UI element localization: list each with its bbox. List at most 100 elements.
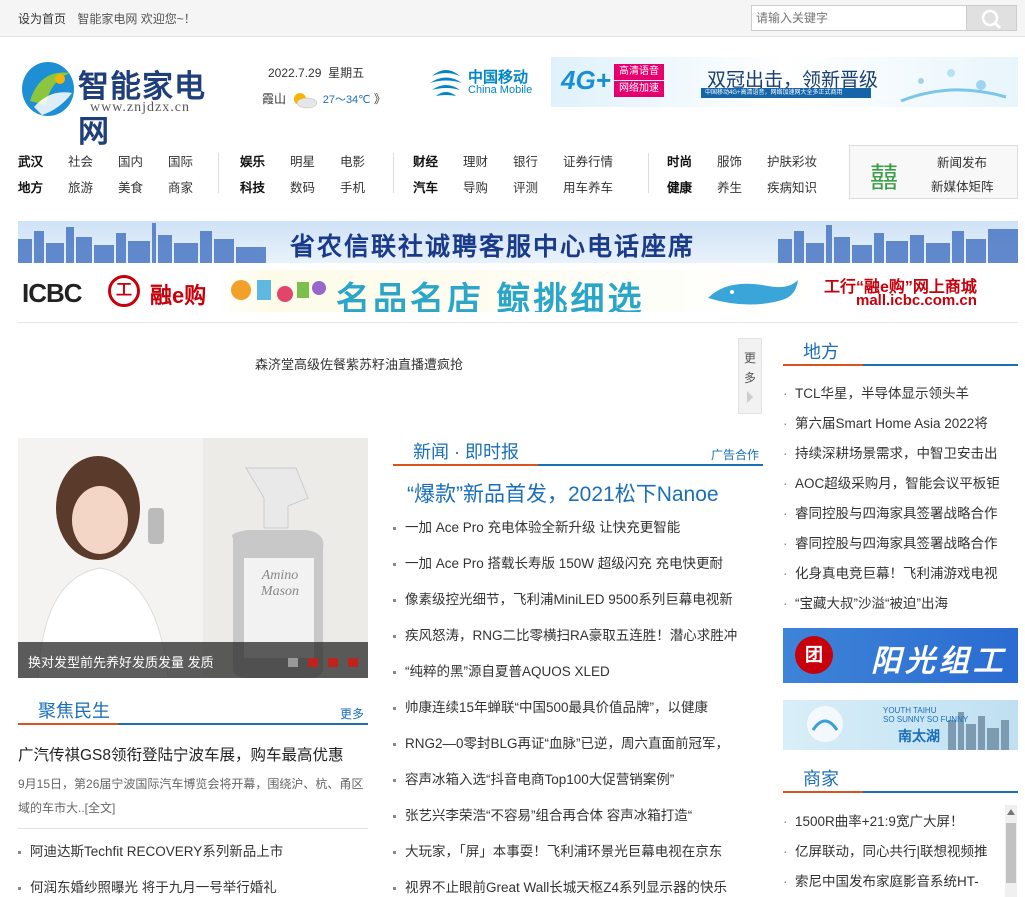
nav-link[interactable]: 时尚	[667, 151, 717, 170]
nav-link[interactable]: 养生	[717, 177, 767, 196]
bullet-icon: ·	[783, 386, 788, 401]
slide-dot-3[interactable]	[328, 658, 338, 667]
site-logo[interactable]: 智能家电网 www.znjdzx.cn	[18, 55, 233, 149]
icbc-banner[interactable]: ICBC 工 融e购 名品名店 鲸挑细选 工行“融e购”网上商城 mall.ic…	[18, 270, 1018, 312]
news-release-link[interactable]: 新闻发布	[937, 152, 987, 171]
sunshine-org-ad[interactable]: 团 阳光组工	[783, 628, 1018, 683]
nav-link[interactable]: 国际	[168, 151, 218, 170]
scroll-up-icon[interactable]	[1007, 809, 1015, 815]
list-item[interactable]: 阿迪达斯Techfit RECOVERY系列新品上市	[18, 840, 283, 860]
list-item[interactable]: · 睿同控股与四海家具签署战略合作	[783, 532, 1018, 552]
list-item[interactable]: “纯粹的黑”源自夏普AQUOS XLED	[393, 660, 755, 680]
list-item[interactable]: · 睿同控股与四海家具签署战略合作	[783, 502, 1018, 522]
nav-link[interactable]: 导购	[463, 177, 513, 196]
nav-link[interactable]: 旅游	[68, 177, 118, 196]
nav-link[interactable]: 美食	[118, 177, 168, 196]
nav-link[interactable]: 商家	[168, 177, 218, 196]
shops-section-header: 商家	[783, 763, 1018, 793]
list-item[interactable]: 帅康连续15年蝉联“中国500最具价值品牌”，以健康	[393, 696, 755, 716]
weather-more-icon[interactable]: 》	[374, 92, 386, 106]
list-item[interactable]: · 持续深耕场景需求，中智卫安击出	[783, 442, 1018, 462]
nav-link[interactable]: 健康	[667, 177, 717, 196]
china-mobile-banner[interactable]: 4G+ 高清语音 网络加速 双冠出击，领新晋级 中国移动4G+高清语音，网络加速…	[551, 57, 1018, 107]
list-item[interactable]: · 化身真电竞巨幕！飞利浦游戏电视	[783, 562, 1018, 582]
set-home-link[interactable]: 设为首页	[18, 12, 66, 26]
nav-link[interactable]: 汽车	[413, 177, 463, 196]
list-item-text: 张艺兴李荣浩“不容易”组合再合体 容声冰箱打造“	[405, 808, 693, 823]
list-item[interactable]: · AOC超级采购月，智能会议平板钜	[783, 472, 1018, 492]
list-item[interactable]: · 索尼中国发布家庭影音系统HT-	[783, 870, 1005, 890]
bullet-icon	[393, 670, 396, 674]
list-item[interactable]: 容声冰箱入选“抖音电商Top100大促营销案例”	[393, 768, 755, 788]
focus-more-link[interactable]: 更多	[340, 705, 364, 722]
nav-link[interactable]: 用车养车	[563, 177, 623, 196]
promo-more-button[interactable]: 更多	[738, 338, 762, 414]
nav-link[interactable]: 娱乐	[240, 151, 290, 170]
bullet-icon	[18, 886, 21, 890]
list-item[interactable]: · “宝藏大叔”沙溢“被迫”出海	[783, 592, 1018, 612]
list-item[interactable]: 视界不止眼前Great Wall长城天枢Z4系列显示器的快乐	[393, 876, 755, 896]
news-headline[interactable]: “爆款”新品首发，2021松下Nanoe	[407, 478, 763, 508]
news-release-box[interactable]: 囍 新闻发布 新媒体矩阵	[849, 145, 1018, 199]
nav-link[interactable]: 理财	[463, 151, 513, 170]
partly-cloudy-icon	[294, 92, 318, 109]
slide-caption[interactable]: 换对发型前先养好发质发量 发质	[28, 652, 214, 671]
weather-widget[interactable]: 霞山 27～34℃ 》	[262, 90, 386, 109]
list-item[interactable]: · 亿屏联动，同心共行|联想视频推	[783, 840, 1005, 860]
nav-link[interactable]: 科技	[240, 177, 290, 196]
slide-dot-4[interactable]	[348, 658, 358, 667]
date-value: 2022.7.29	[268, 66, 322, 80]
nav-row: 科技 数码 手机	[240, 177, 390, 196]
nav-link[interactable]: 数码	[290, 177, 340, 196]
scrollbar[interactable]	[1005, 805, 1017, 897]
icbc-mall-url: mall.icbc.com.cn	[856, 292, 977, 309]
nav-link[interactable]: 证券行情	[563, 151, 623, 170]
nav-link[interactable]: 武汉	[18, 151, 68, 170]
bullet-icon	[393, 706, 396, 710]
search-button[interactable]	[967, 5, 1017, 31]
bullet-icon	[393, 778, 396, 782]
slide-dot-1[interactable]	[288, 658, 298, 667]
nav-link[interactable]: 地方	[18, 177, 68, 196]
list-item[interactable]: · TCL华星，半导体显示领头羊	[783, 382, 1018, 402]
list-item[interactable]: 一加 Ace Pro 充电体验全新升级 让快充更智能	[393, 516, 755, 536]
nav-link[interactable]: 国内	[118, 151, 168, 170]
nav-link[interactable]: 手机	[340, 177, 390, 196]
nav-link[interactable]: 银行	[513, 151, 563, 170]
slide-dot-2[interactable]	[308, 658, 318, 667]
south-taihu-en-1: YOUTH TAIHU	[883, 706, 937, 715]
bullet-icon	[393, 562, 396, 566]
rural-credit-banner[interactable]: 省农信联社诚聘客服中心电话座席	[18, 221, 1018, 263]
south-taihu-ad[interactable]: YOUTH TAIHU SO SUNNY SO FUNNY 南太湖	[783, 700, 1018, 750]
nav-link[interactable]: 护肤彩妆	[767, 151, 827, 170]
nav-link[interactable]: 明星	[290, 151, 340, 170]
list-item[interactable]: · 1500R曲率+21:9宽广大屏！	[783, 810, 1005, 830]
ad-cooperation-link[interactable]: 广告合作	[711, 446, 759, 463]
list-item[interactable]: RNG2—0零封BLG再证“血脉”已逆，周六直面前冠军，	[393, 732, 755, 752]
nav-link[interactable]: 社会	[68, 151, 118, 170]
search-input[interactable]	[751, 5, 967, 31]
new-media-matrix-link[interactable]: 新媒体矩阵	[931, 176, 994, 195]
scrollbar-thumb[interactable]	[1006, 823, 1016, 883]
nav-link[interactable]: 财经	[413, 151, 463, 170]
list-item[interactable]: 一加 Ace Pro 搭载长寿版 150W 超级闪充 充电快更耐	[393, 552, 755, 572]
china-mobile-logo[interactable]: 中国移动 China Mobile	[428, 62, 538, 102]
list-item-text: 持续深耕场景需求，中智卫安击出	[795, 446, 998, 461]
list-item-text: RNG2—0零封BLG再证“血脉”已逆，周六直面前冠军，	[405, 736, 730, 751]
nav-link[interactable]: 服饰	[717, 151, 767, 170]
list-item[interactable]: 像素级控光细节，飞利浦MiniLED 9500系列巨幕电视新	[393, 588, 755, 608]
bullet-icon: ·	[783, 476, 788, 491]
list-item[interactable]: 何润东婚纱照曝光 将于九月一号举行婚礼	[18, 876, 277, 896]
list-item[interactable]: · 第六届Smart Home Asia 2022将	[783, 412, 1018, 432]
list-item[interactable]: 大玩家，「屏」本事耍！飞利浦环景光巨幕电视在京东	[393, 840, 755, 860]
focus-headline[interactable]: 广汽传祺GS8领衔登陆宁波车展，购车最高优惠	[18, 743, 344, 765]
promo-link[interactable]: 森济堂高级佐餐紫苏籽油直播遭疯抢	[255, 354, 463, 373]
nav-link[interactable]: 评测	[513, 177, 563, 196]
photo-slideshow[interactable]: Amino Mason 换对发型前先养好发质发量 发质	[18, 438, 368, 678]
focus-summary[interactable]: 9月15日，第26届宁波国际汽车博览会将开幕，围绕沪、杭、甬区域的车市大..[全…	[18, 772, 368, 820]
list-item[interactable]: 张艺兴李荣浩“不容易”组合再合体 容声冰箱打造“	[393, 804, 755, 824]
nav-link[interactable]: 疾病知识	[767, 177, 827, 196]
list-item-text: “纯粹的黑”源自夏普AQUOS XLED	[405, 664, 610, 679]
list-item[interactable]: 疾风怒涛，RNG二比零横扫RA豪取五连胜！潜心求胜冲	[393, 624, 755, 644]
nav-link[interactable]: 电影	[340, 151, 390, 170]
